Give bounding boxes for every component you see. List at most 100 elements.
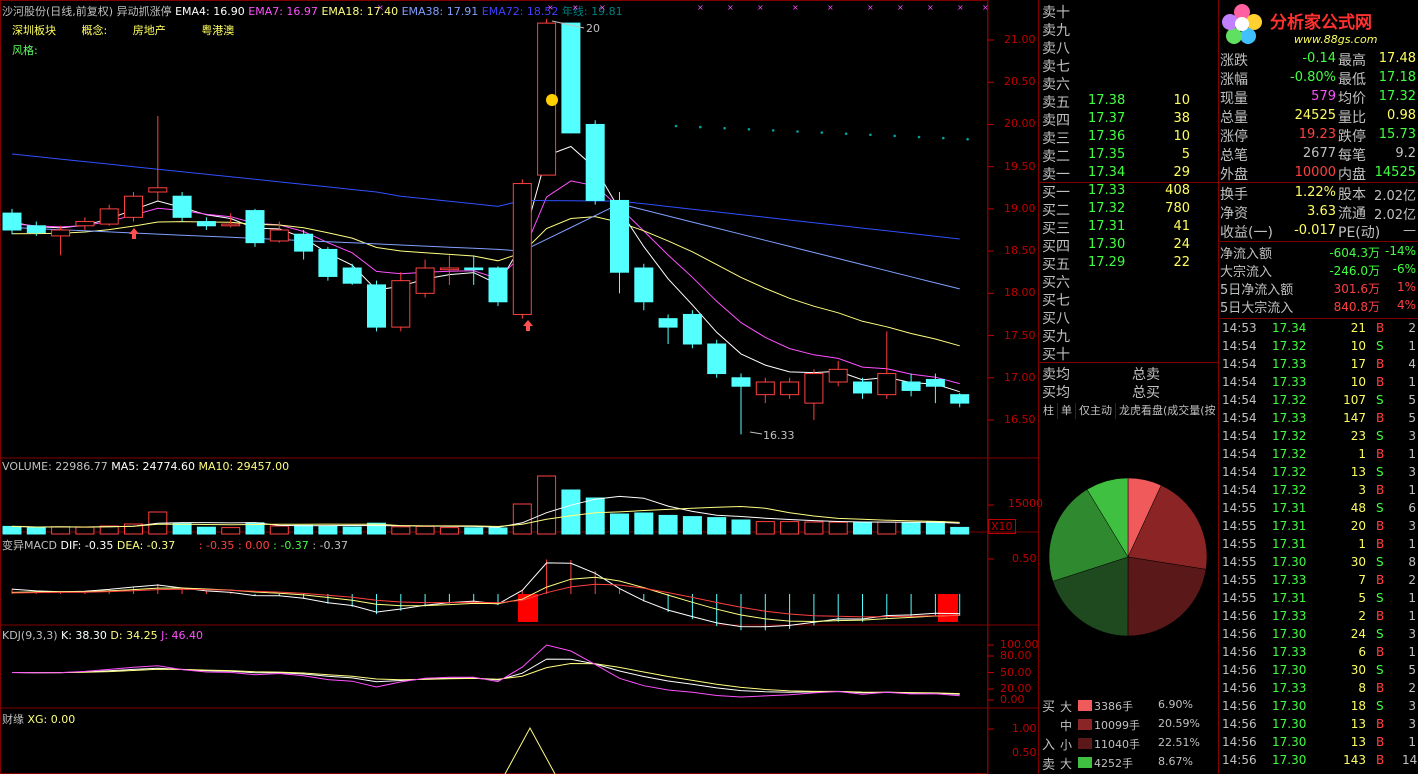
tick-price: 17.31	[1272, 501, 1307, 515]
kdj-axis-label: 50.00	[1000, 665, 1032, 679]
tick-row[interactable]: 14:55 17.30 30 S 8	[1220, 554, 1418, 572]
price-axis-label: 17.50	[1004, 328, 1036, 342]
tick-row[interactable]: 14:56 17.33 2 B 1	[1220, 608, 1418, 626]
sell-level-row[interactable]: 卖四 17.37 38	[1040, 110, 1218, 129]
tick-row[interactable]: 14:55 17.33 7 B 2	[1220, 572, 1418, 590]
stat-value: 9.2	[1395, 146, 1416, 161]
tick-row[interactable]: 14:56 17.30 30 S 5	[1220, 662, 1418, 680]
stat-value: 17.48	[1378, 51, 1416, 66]
kdj-title[interactable]: KDJ(9,3,3)	[2, 629, 58, 642]
buy-level-row[interactable]: 买一 17.33 408	[1040, 182, 1218, 201]
tick-row[interactable]: 14:56 17.30 13 B 1	[1220, 734, 1418, 752]
macd-extra-line	[11, 583, 960, 618]
order-volume: 10	[1173, 93, 1190, 108]
chart-svg[interactable]: × × × × × × × × × × × × × ×	[0, 0, 1040, 774]
price-axis-label: 18.00	[1004, 286, 1036, 300]
tick-row[interactable]: 14:56 17.33 8 B 2	[1220, 680, 1418, 698]
caiyuan-title[interactable]: 财缘	[2, 713, 24, 726]
sell-level-row[interactable]: 卖七	[1040, 56, 1218, 75]
tick-row[interactable]: 14:54 17.32 1 B 1	[1220, 446, 1418, 464]
sell-level-row[interactable]: 卖一 17.34 29	[1040, 164, 1218, 183]
buy-arrow-icon	[129, 228, 139, 239]
tick-row[interactable]: 14:56 17.30 143 B 14	[1220, 752, 1418, 770]
tick-price: 17.32	[1272, 339, 1307, 353]
signal-marker: ×	[792, 3, 799, 12]
sell-level-row[interactable]: 卖二 17.35 5	[1040, 146, 1218, 165]
stat-label: 净资	[1220, 206, 1248, 222]
tick-row[interactable]: 14:55 17.31 1 B 1	[1220, 536, 1418, 554]
tab-bar-chart[interactable]: 柱	[1040, 403, 1058, 419]
buy-level-row[interactable]: 买三 17.31 41	[1040, 218, 1218, 237]
tick-time: 14:55	[1222, 519, 1257, 533]
sell-level-row[interactable]: 卖六	[1040, 74, 1218, 93]
order-price: 17.38	[1088, 93, 1126, 108]
tick-row[interactable]: 14:54 17.32 10 S 1	[1220, 338, 1418, 356]
buy-level-row[interactable]: 买五 17.29 22	[1040, 254, 1218, 273]
stat-label: 最低	[1338, 72, 1366, 88]
caiyuan-axis-1: 1.00	[1012, 722, 1037, 735]
stat-value: 2.02亿	[1374, 208, 1416, 223]
tick-row[interactable]: 14:56 17.33 6 B 1	[1220, 644, 1418, 662]
share-stat-row: 收益(一) -0.017 PE(动) —	[1220, 222, 1418, 241]
tick-row[interactable]: 14:54 17.33 17 B 4	[1220, 356, 1418, 374]
volume-bar	[172, 523, 192, 535]
buy-level-row[interactable]: 买七	[1040, 290, 1218, 309]
capital-flow-pie[interactable]	[1040, 420, 1218, 695]
year-line-dot	[893, 134, 896, 138]
sell-level-row[interactable]: 卖九	[1040, 20, 1218, 39]
candle-body	[658, 318, 678, 328]
tick-row[interactable]: 14:56 17.30 18 S 3	[1220, 698, 1418, 716]
volume-scale-label: X10	[988, 519, 1016, 534]
candle-body	[124, 195, 143, 218]
macd-title[interactable]: 变异MACD	[2, 539, 57, 552]
chart-area[interactable]: 沙河股份(日线,前复权) 异动抓涨停 EMA4: 16.90 EMA7: 16.…	[0, 0, 1043, 774]
sell-level-row[interactable]: 卖五 17.38 10	[1040, 92, 1218, 111]
order-volume: 408	[1165, 183, 1190, 198]
tick-row[interactable]: 14:54 17.32 23 S 3	[1220, 428, 1418, 446]
tick-row[interactable]: 14:55 17.31 48 S 6	[1220, 500, 1418, 518]
tick-row[interactable]: 14:56 17.30 13 B 3	[1220, 716, 1418, 734]
tick-count: 2	[1408, 681, 1416, 695]
buy-level-row[interactable]: 买二 17.32 780	[1040, 200, 1218, 219]
tick-row[interactable]: 14:55 17.31 20 B 3	[1220, 518, 1418, 536]
tick-price: 17.30	[1272, 627, 1307, 641]
tick-row[interactable]: 14:53 17.34 21 B 2	[1220, 320, 1418, 338]
legend-side-buy: 买	[1042, 700, 1056, 715]
tick-price: 17.32	[1272, 393, 1307, 407]
buy-level-row[interactable]: 买八	[1040, 308, 1218, 327]
tab-longhu[interactable]: 龙虎看盘(成交量(按	[1116, 403, 1218, 419]
candle-body	[99, 208, 119, 225]
legend-percent: 6.90%	[1158, 698, 1193, 711]
sell-level-row[interactable]: 卖八	[1040, 38, 1218, 57]
candle-body	[391, 280, 411, 328]
logo-flower-icon	[1222, 4, 1262, 44]
capital-flow-row: 5日净流入额 301.6万 1%	[1220, 279, 1418, 298]
volume-bar	[512, 503, 532, 535]
tick-row[interactable]: 14:54 17.32 3 B 1	[1220, 482, 1418, 500]
tick-row[interactable]: 14:55 17.31 5 S 1	[1220, 590, 1418, 608]
order-level-label: 买四	[1042, 239, 1070, 255]
stat-value: -0.017	[1294, 223, 1336, 238]
tick-time: 14:56	[1222, 735, 1257, 749]
year-line-dot	[699, 125, 702, 129]
tab-single[interactable]: 单	[1058, 403, 1076, 419]
flow-value: -246.0万	[1329, 264, 1380, 278]
sell-level-row[interactable]: 卖十	[1040, 2, 1218, 21]
legend-volume: 4252手	[1094, 757, 1133, 770]
sell-level-row[interactable]: 卖三 17.36 10	[1040, 128, 1218, 147]
tick-row[interactable]: 14:54 17.32 107 S 5	[1220, 392, 1418, 410]
tick-row[interactable]: 14:54 17.33 10 B 1	[1220, 374, 1418, 392]
tick-price: 17.34	[1272, 321, 1307, 335]
buy-level-row[interactable]: 买四 17.30 24	[1040, 236, 1218, 255]
buy-level-row[interactable]: 买九	[1040, 326, 1218, 345]
tick-row[interactable]: 14:56 17.30 24 S 3	[1220, 626, 1418, 644]
buy-level-row[interactable]: 买十	[1040, 344, 1218, 363]
tick-row[interactable]: 14:54 17.33 147 B 5	[1220, 410, 1418, 428]
order-book[interactable]: 卖十 卖九 卖八 卖七 卖六 卖五 17.38 10 卖四 17.37 38 卖三 17.36 10 卖二 1…	[1040, 0, 1218, 401]
buy-level-row[interactable]: 买六	[1040, 272, 1218, 291]
tab-active-only[interactable]: 仅主动	[1076, 403, 1116, 419]
candle-body	[2, 212, 22, 231]
candle-body	[26, 225, 46, 234]
tick-row[interactable]: 14:54 17.32 13 S 3	[1220, 464, 1418, 482]
volume-bar	[731, 519, 751, 535]
